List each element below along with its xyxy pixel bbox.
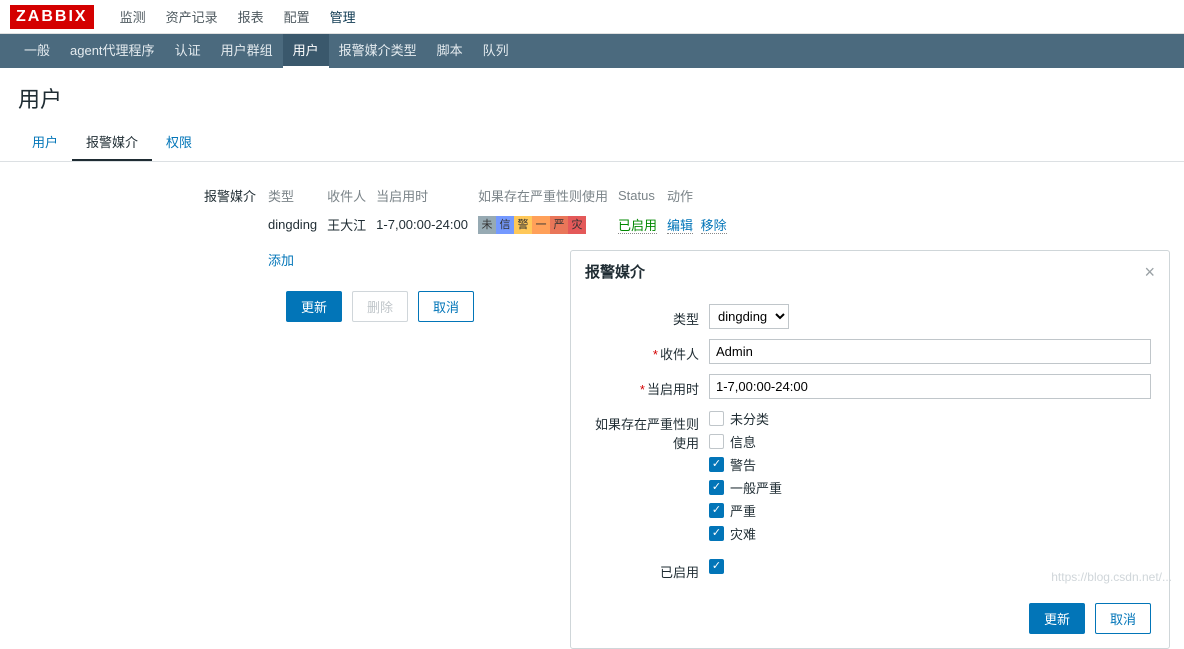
sev-disaster: 灾 <box>568 216 586 234</box>
cell-sendto: 王大江 <box>327 211 376 240</box>
cell-when: 1-7,00:00-24:00 <box>376 211 478 240</box>
cancel-button[interactable]: 取消 <box>418 291 474 322</box>
severity-checkbox-0[interactable] <box>709 411 724 426</box>
subnav-proxies[interactable]: agent代理程序 <box>60 34 165 68</box>
topnav-monitor[interactable]: 监测 <box>110 7 156 26</box>
col-sendto: 收件人 <box>327 182 376 211</box>
tab-perms[interactable]: 权限 <box>152 124 206 161</box>
subnav-mediatypes[interactable]: 报警媒介类型 <box>329 34 427 68</box>
enabled-checkbox[interactable] <box>709 559 724 574</box>
modal-cancel-button[interactable]: 取消 <box>1095 603 1151 634</box>
severity-label: 灾难 <box>730 524 756 543</box>
tab-user[interactable]: 用户 <box>18 124 72 161</box>
sendto-input[interactable] <box>709 339 1151 364</box>
label-enabled: 已启用 <box>589 557 709 581</box>
type-select[interactable]: dingding <box>709 304 789 329</box>
subnav-general[interactable]: 一般 <box>14 34 60 68</box>
media-modal: 报警媒介 × 类型 dingding *收件人 *当启用时 如果存在严重性则使用 <box>570 250 1170 649</box>
table-row: dingding 王大江 1-7,00:00-24:00 未信警一严灾 已启用 … <box>268 211 737 240</box>
severity-label: 警告 <box>730 455 756 474</box>
subnav-queue[interactable]: 队列 <box>473 34 519 68</box>
severity-row: 警告 <box>709 455 1151 474</box>
tab-media[interactable]: 报警媒介 <box>72 124 152 161</box>
col-actions: 动作 <box>667 182 737 211</box>
sev-info: 信 <box>496 216 514 234</box>
severity-label: 信息 <box>730 432 756 451</box>
logo: ZABBIX <box>10 5 94 29</box>
severity-label: 一般严重 <box>730 478 782 497</box>
severity-row: 严重 <box>709 501 1151 520</box>
subnav-users[interactable]: 用户 <box>283 34 329 68</box>
severity-checkbox-4[interactable] <box>709 503 724 518</box>
severity-row: 一般严重 <box>709 478 1151 497</box>
severity-checkbox-1[interactable] <box>709 434 724 449</box>
close-icon[interactable]: × <box>1144 263 1155 281</box>
remove-link[interactable]: 移除 <box>701 218 727 234</box>
update-button[interactable]: 更新 <box>286 291 342 322</box>
severity-label: 严重 <box>730 501 756 520</box>
when-input[interactable] <box>709 374 1151 399</box>
severity-checkbox-5[interactable] <box>709 526 724 541</box>
cell-actions: 编辑 移除 <box>667 211 737 240</box>
severity-checkbox-2[interactable] <box>709 457 724 472</box>
label-type: 类型 <box>589 304 709 328</box>
col-type: 类型 <box>268 182 327 211</box>
severity-row: 信息 <box>709 432 1151 451</box>
cell-severity: 未信警一严灾 <box>478 211 618 240</box>
sev-high: 严 <box>550 216 568 234</box>
col-severity: 如果存在严重性则使用 <box>478 182 618 211</box>
severity-row: 未分类 <box>709 409 1151 428</box>
label-when: *当启用时 <box>589 374 709 398</box>
topnav-reports[interactable]: 报表 <box>228 7 274 26</box>
severity-checkbox-3[interactable] <box>709 480 724 495</box>
cell-status[interactable]: 已启用 <box>618 211 667 240</box>
col-status: Status <box>618 182 667 211</box>
add-media-link[interactable]: 添加 <box>268 244 294 269</box>
sev-notclassified: 未 <box>478 216 496 234</box>
modal-update-button[interactable]: 更新 <box>1029 603 1085 634</box>
col-when: 当启用时 <box>376 182 478 211</box>
severity-row: 灾难 <box>709 524 1151 543</box>
severity-label: 未分类 <box>730 409 769 428</box>
delete-button: 删除 <box>352 291 408 322</box>
cell-type: dingding <box>268 211 327 240</box>
topnav-inventory[interactable]: 资产记录 <box>156 7 228 26</box>
topnav-config[interactable]: 配置 <box>274 7 320 26</box>
subnav-usergroups[interactable]: 用户群组 <box>211 34 283 68</box>
topnav-admin[interactable]: 管理 <box>320 7 366 26</box>
label-sendto: *收件人 <box>589 339 709 363</box>
modal-title: 报警媒介 <box>585 261 645 282</box>
sev-warn: 警 <box>514 216 532 234</box>
page-title: 用户 <box>0 68 1184 124</box>
label-severity: 如果存在严重性则使用 <box>589 409 709 452</box>
media-block-label: 报警媒介 <box>18 182 268 205</box>
subnav-scripts[interactable]: 脚本 <box>427 34 473 68</box>
sev-average: 一 <box>532 216 550 234</box>
edit-link[interactable]: 编辑 <box>667 218 693 234</box>
subnav-auth[interactable]: 认证 <box>165 34 211 68</box>
